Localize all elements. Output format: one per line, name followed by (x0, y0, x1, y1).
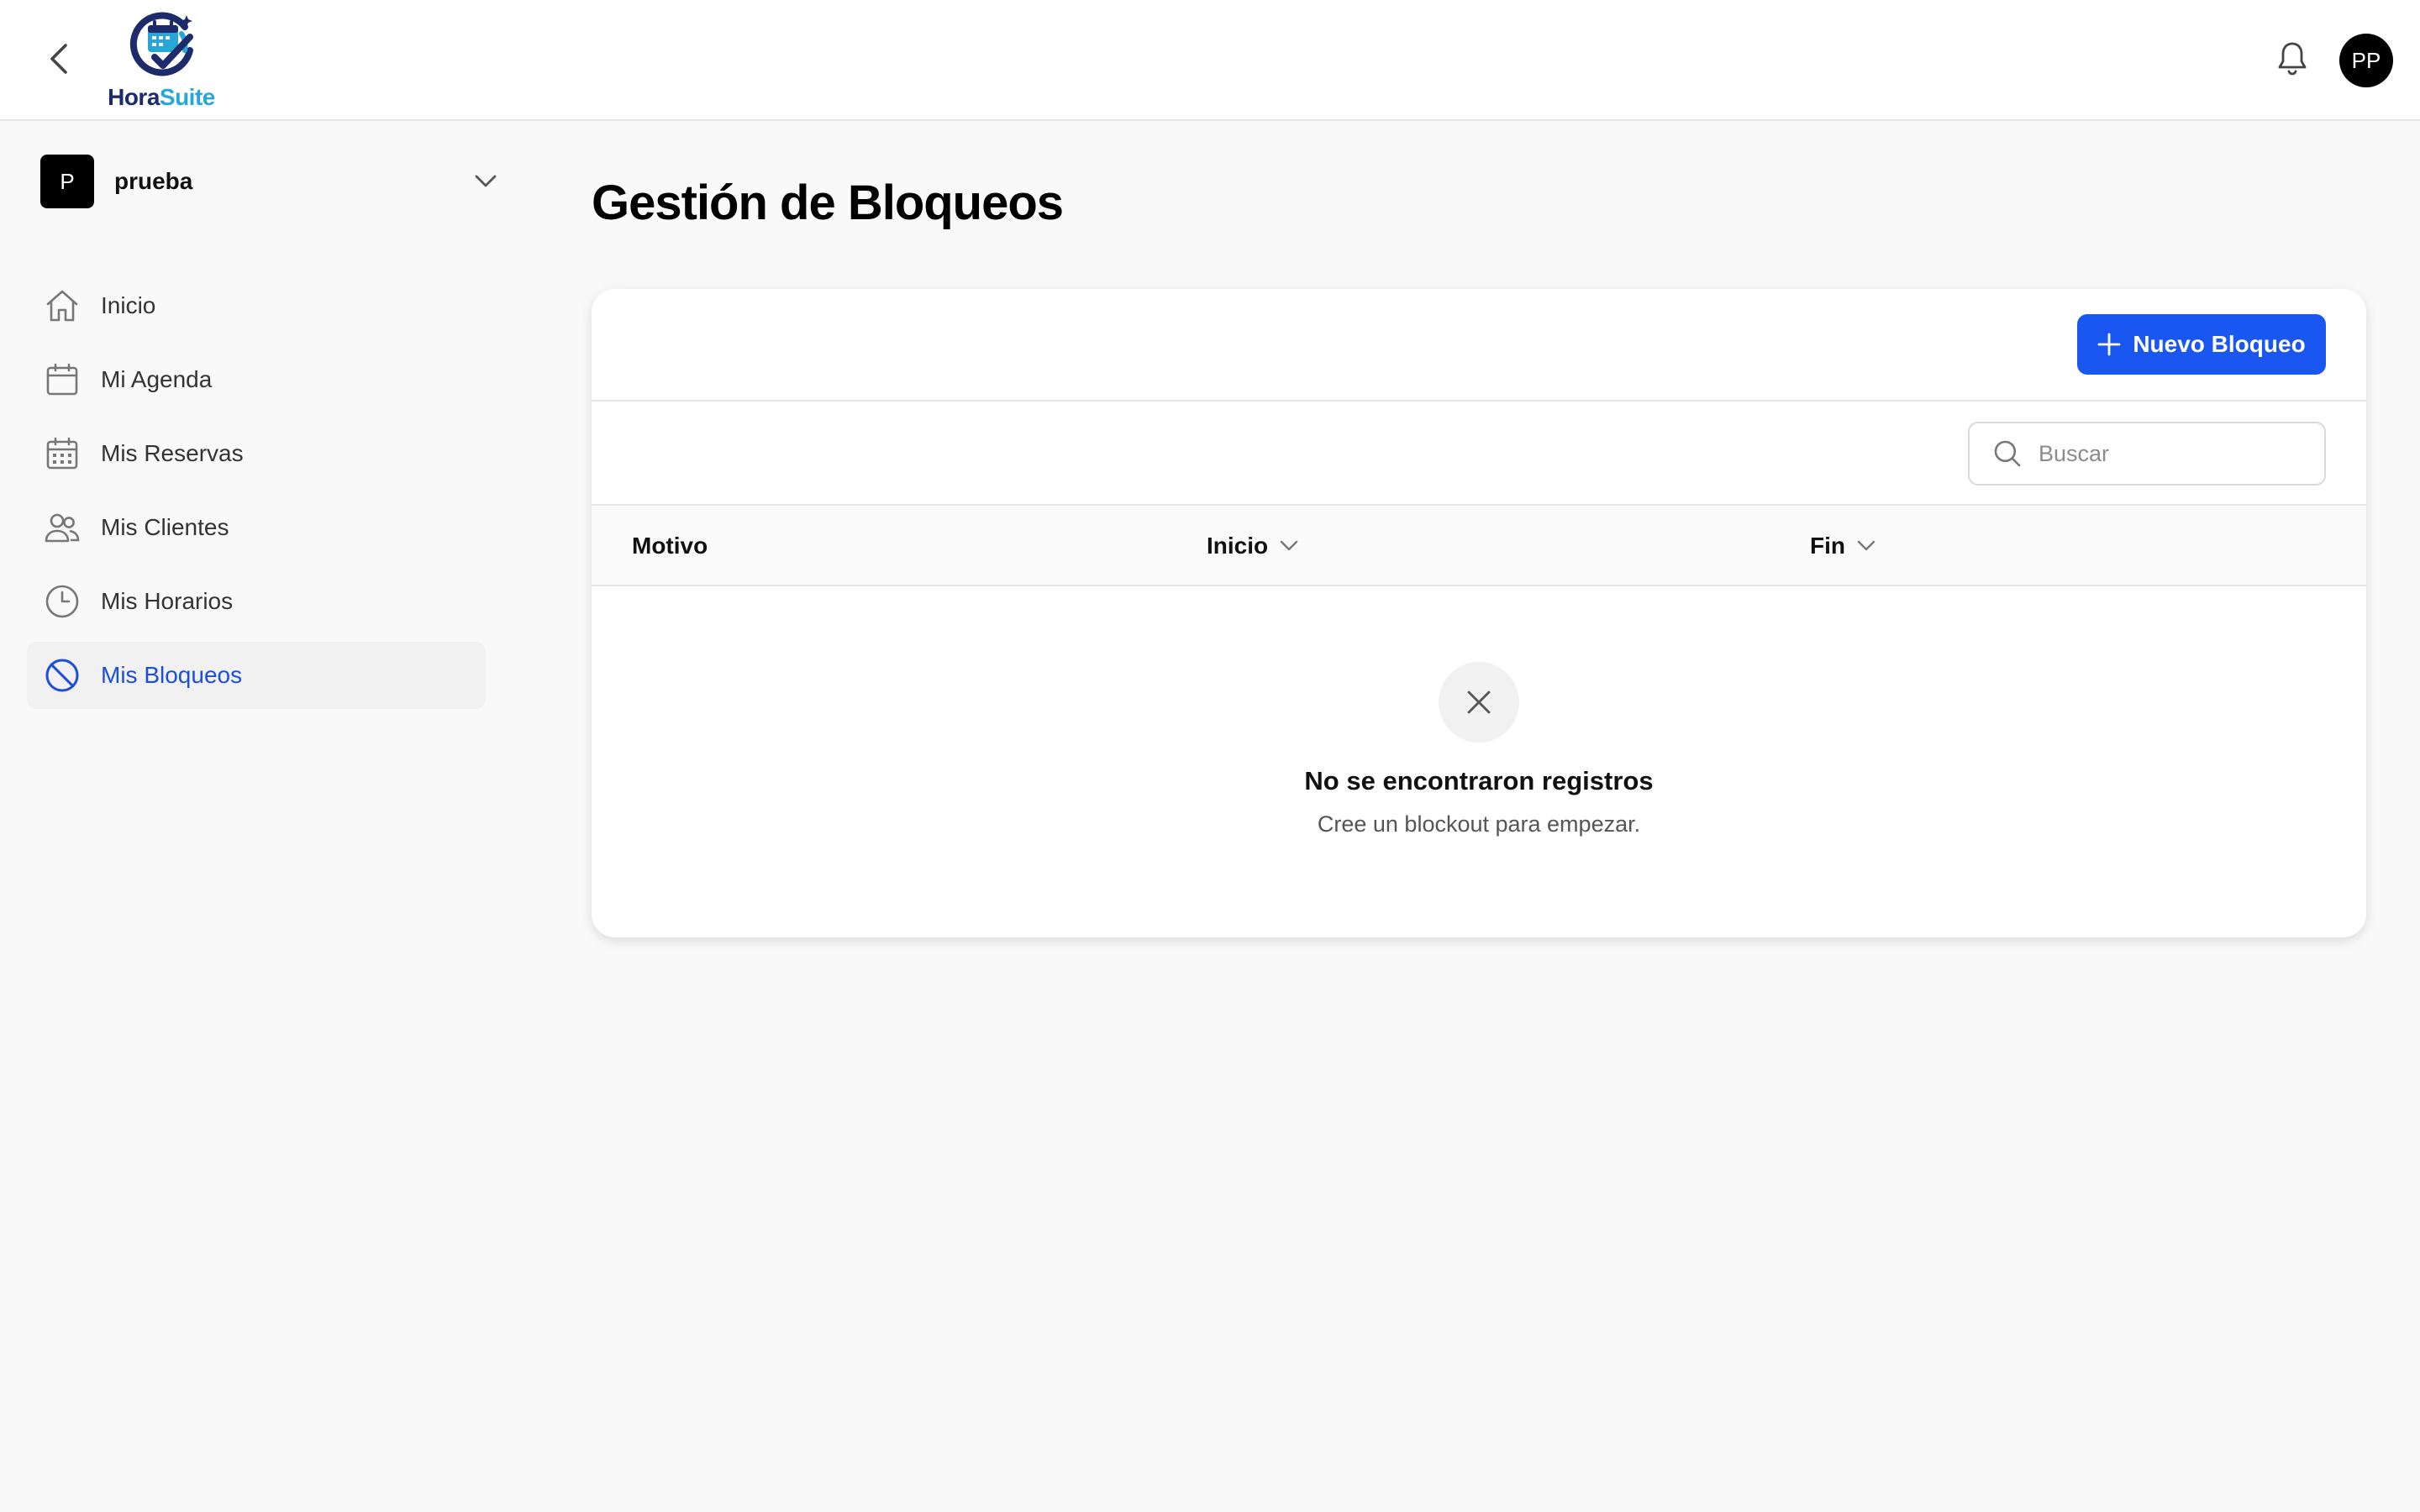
sidebar-item-mis-bloqueos[interactable]: Mis Bloqueos (27, 642, 486, 709)
plus-icon (2097, 333, 2121, 356)
sidebar-item-label: Mis Clientes (101, 514, 229, 540)
sidebar-item-label: Inicio (101, 292, 156, 318)
logo-wordmark: HoraSuite (108, 84, 215, 110)
column-label: Inicio (1207, 533, 1269, 559)
workspace-name: prueba (114, 168, 193, 194)
sidebar-item-mis-reservas[interactable]: Mis Reservas (27, 420, 486, 487)
workspace-badge: P (40, 155, 94, 208)
blockouts-card: Nuevo Bloqueo Motivo Inicio Fin No (592, 289, 2366, 937)
card-toolbar: Nuevo Bloqueo (592, 289, 2366, 402)
calendar-icon (42, 360, 82, 400)
chevron-down-icon (1280, 540, 1298, 552)
search-row (592, 402, 2366, 506)
sidebar-item-label: Mis Bloqueos (101, 662, 243, 688)
search-input[interactable] (2037, 439, 2309, 468)
user-avatar[interactable]: PP (2339, 34, 2393, 87)
bell-icon (2278, 42, 2307, 76)
new-blockout-button[interactable]: Nuevo Bloqueo (2077, 314, 2326, 375)
logo-calendar-check-icon (126, 8, 197, 79)
workspace-selector[interactable]: P prueba (40, 155, 497, 208)
sidebar-item-mis-clientes[interactable]: Mis Clientes (27, 494, 486, 561)
chevron-down-icon (1857, 540, 1876, 552)
app-logo[interactable]: HoraSuite (103, 8, 220, 113)
column-label: Fin (1810, 533, 1845, 559)
column-label: Motivo (632, 533, 708, 559)
empty-state: No se encontraron registros Cree un bloc… (592, 586, 2366, 937)
search-icon (1994, 440, 2021, 467)
sidebar-item-label: Mis Horarios (101, 588, 234, 614)
home-icon (42, 286, 82, 326)
sidebar-item-mi-agenda[interactable]: Mi Agenda (27, 346, 486, 413)
search-field[interactable] (1968, 422, 2326, 486)
sidebar: P prueba Inicio Mi Agenda Mis Reservas M… (0, 121, 521, 1512)
sidebar-item-mis-horarios[interactable]: Mis Horarios (27, 568, 486, 635)
chevron-down-icon (474, 170, 497, 193)
clock-icon (42, 581, 82, 622)
chevron-left-icon (50, 44, 67, 74)
new-blockout-label: Nuevo Bloqueo (2133, 331, 2306, 357)
users-icon (42, 507, 82, 548)
top-header: HoraSuite PP (0, 0, 2420, 121)
column-header-inicio[interactable]: Inicio (1207, 506, 1298, 586)
sidebar-item-label: Mis Reservas (101, 440, 244, 466)
block-icon (42, 655, 82, 696)
close-icon (1439, 662, 1519, 743)
notifications-button[interactable] (2270, 37, 2314, 81)
empty-state-subtitle: Cree un blockout para empezar. (1317, 811, 1641, 837)
calendar-grid-icon (42, 433, 82, 474)
page-title: Gestión de Bloqueos (592, 176, 1064, 230)
sidebar-item-inicio[interactable]: Inicio (27, 272, 486, 339)
sidebar-item-label: Mi Agenda (101, 366, 213, 392)
empty-state-title: No se encontraron registros (1304, 766, 1654, 795)
column-header-fin[interactable]: Fin (1810, 506, 1876, 586)
table-header: Motivo Inicio Fin (592, 506, 2366, 586)
sidebar-nav: Inicio Mi Agenda Mis Reservas Mis Client… (27, 272, 486, 716)
back-button[interactable] (37, 37, 81, 81)
column-header-motivo: Motivo (632, 506, 708, 586)
